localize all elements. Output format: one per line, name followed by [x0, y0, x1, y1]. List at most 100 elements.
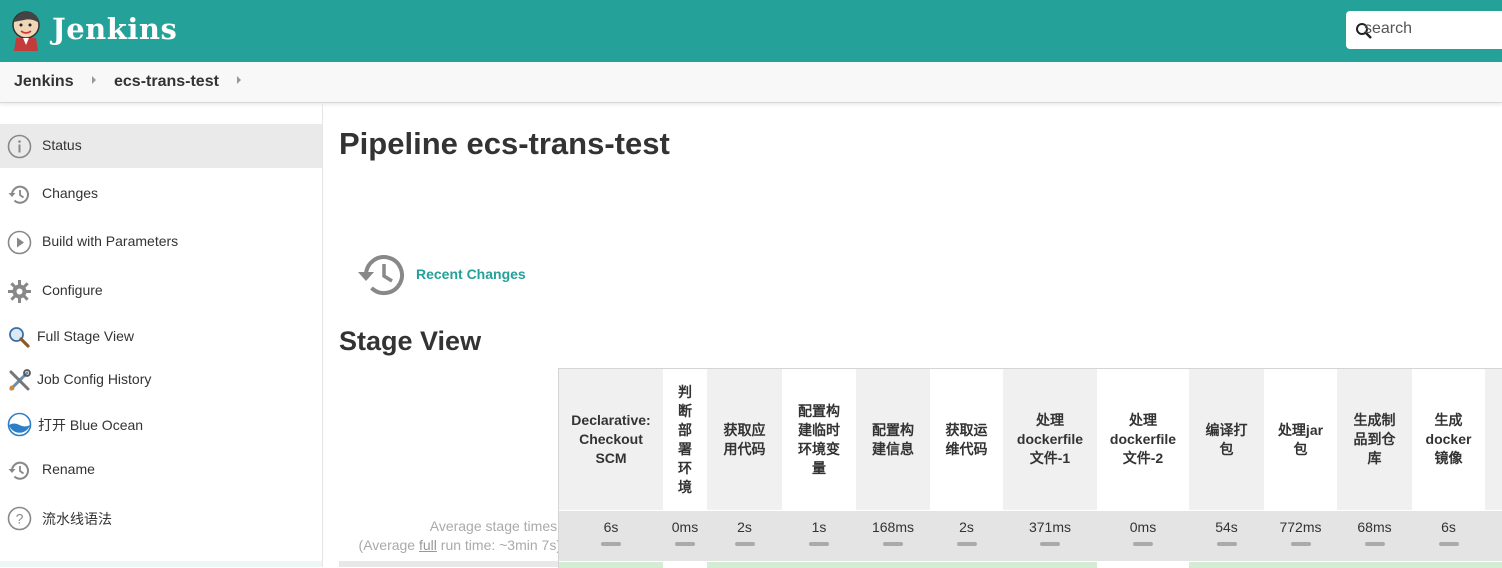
stage-time-bar	[1133, 542, 1153, 546]
stage-time-cell: 168ms	[856, 511, 930, 561]
stage-header: 判断部署环境	[663, 369, 707, 510]
sidebar-item-label: Changes	[42, 185, 99, 201]
recent-changes-icon[interactable]	[357, 250, 409, 300]
stage-time-cell: 54s	[1189, 511, 1264, 561]
stage-status-cell[interactable]	[1264, 562, 1337, 568]
search-box[interactable]	[1346, 11, 1502, 49]
stage-column: 配置构建信息 168ms	[856, 369, 930, 568]
sidebar-item-rename[interactable]: Rename	[0, 448, 322, 492]
sidebar-item-label: Build with Parameters	[42, 233, 179, 249]
sidebar-item-label: Full Stage View	[37, 328, 135, 344]
stage-time-cell: 6s	[1412, 511, 1485, 561]
stage-time-bar	[601, 542, 621, 546]
stage-header: 处理jar包	[1264, 369, 1337, 510]
stage-column: 处理dockerfile文件-1 371ms	[1003, 369, 1097, 568]
sidebar-item-configure[interactable]: Configure	[0, 269, 322, 313]
sidebar-item-pipeline-syntax[interactable]: ? 流水线语法	[0, 496, 322, 540]
stage-column: 配置构建临时环境变量 1s	[782, 369, 856, 568]
breadcrumb-job[interactable]: ecs-trans-test	[114, 73, 219, 91]
stage-time-bar	[1290, 542, 1311, 546]
stage-time-cell: 6s	[559, 511, 663, 561]
stage-time-cell: 2s	[930, 511, 1003, 561]
svg-text:?: ?	[16, 511, 24, 527]
stage-status-cell[interactable]	[1337, 562, 1412, 568]
stage-header: Declarative: Checkout SCM	[559, 369, 663, 510]
stage-time-bar	[956, 542, 977, 546]
stage-time: 0ms	[671, 519, 699, 535]
stage-status-cell[interactable]	[663, 562, 707, 568]
stage-time: 68ms	[1357, 519, 1392, 535]
average-prefix: (Average	[358, 537, 419, 553]
sidebar-item-blue-ocean[interactable]: 打开 Blue Ocean	[0, 402, 322, 446]
stage-status-cell[interactable]	[1485, 562, 1502, 568]
history-icon	[8, 185, 29, 204]
stage-time: 6s	[1441, 519, 1456, 535]
stage-header: 生成docker镜像	[1412, 369, 1485, 510]
sidebar-item-full-stage-view[interactable]: Full Stage View	[0, 315, 322, 359]
search-input[interactable]	[1362, 19, 1502, 39]
stage-time-bar	[1364, 542, 1385, 546]
recent-changes-link[interactable]: Recent Changes	[416, 266, 526, 282]
stage-time: 54s	[1215, 519, 1238, 535]
stage-view-table: Declarative: Checkout SCM 6s 判断部署环境 0ms …	[558, 368, 1502, 568]
page-title: Pipeline ecs-trans-test	[339, 126, 670, 161]
stage-time-cell: 0ms	[663, 511, 707, 561]
brand-title[interactable]: Jenkins	[52, 12, 177, 46]
sidebar-item-label: 流水线语法	[42, 511, 112, 527]
stage-status-cell[interactable]	[1412, 562, 1485, 568]
stage-column: 判断部署环境 0ms	[663, 369, 707, 568]
stage-time: 2s	[959, 519, 974, 535]
stage-time: 371ms	[1028, 519, 1072, 535]
stage-time: 0ms	[1129, 519, 1157, 535]
sidebar: Status Changes Build with Parameters Con…	[0, 104, 323, 567]
stage-time: 2s	[737, 519, 752, 535]
breadcrumb-arrow-icon[interactable]	[92, 76, 96, 84]
stage-status-cell[interactable]	[1189, 562, 1264, 568]
gear-icon	[8, 280, 31, 303]
breadcrumb: Jenkins ecs-trans-test	[0, 62, 1502, 103]
stage-status-cell[interactable]	[782, 562, 856, 568]
sidebar-item-build-with-parameters[interactable]: Build with Parameters	[0, 220, 322, 264]
stage-header: 处理dockerfile文件-2	[1097, 369, 1189, 510]
sidebar-item-changes[interactable]: Changes	[0, 172, 322, 216]
stage-time: 6s	[603, 519, 619, 535]
sidebar-item-job-config-history[interactable]: Job Config History	[0, 358, 322, 402]
stage-time-bar	[883, 542, 903, 546]
top-header: Jenkins	[0, 0, 1502, 62]
stage-status-cell[interactable]	[1097, 562, 1189, 568]
stage-status-cell[interactable]	[856, 562, 930, 568]
stage-time: 1s	[811, 519, 827, 535]
full-run-link[interactable]: full	[419, 537, 437, 553]
jenkins-logo-icon[interactable]	[10, 10, 42, 52]
average-full-run-time: (Average full run time: ~3min 7s)	[339, 537, 561, 553]
stage-time-cell: 772ms	[1264, 511, 1337, 561]
stage-column: 获取运维代码 2s	[930, 369, 1003, 568]
breadcrumb-arrow-icon[interactable]	[237, 76, 241, 84]
stage-time-bar	[1216, 542, 1237, 546]
stage-header: 获取应用代码	[707, 369, 782, 510]
stage-column: 处理dockerfile文件-2 0ms	[1097, 369, 1189, 568]
sidebar-item-label: 打开 Blue Ocean	[38, 417, 144, 433]
stage-column: 生成docker镜像 6s	[1412, 369, 1485, 568]
breadcrumb-jenkins[interactable]: Jenkins	[14, 73, 74, 91]
stage-time: 772ms	[1279, 519, 1322, 535]
stage-status-cell[interactable]	[1003, 562, 1097, 568]
stage-view-title: Stage View	[339, 326, 482, 356]
stage-status-cell[interactable]	[559, 562, 663, 568]
stage-column: 获取应用代码 2s	[707, 369, 782, 568]
stage-header-partial	[1485, 369, 1502, 510]
magnifier-icon	[9, 327, 30, 348]
stage-status-cell[interactable]	[707, 562, 782, 568]
average-suffix: run time: ~3min 7s)	[436, 537, 561, 553]
tools-icon	[9, 369, 31, 391]
sidebar-item-status[interactable]: Status	[0, 124, 322, 168]
stage-time-bar	[675, 542, 695, 546]
stage-column: Declarative: Checkout SCM 6s	[559, 369, 663, 568]
stage-history-strip	[339, 561, 559, 567]
stage-time-cell: 2s	[707, 511, 782, 561]
stage-header: 生成制品到仓库	[1337, 369, 1412, 510]
stage-header: 编译打包	[1189, 369, 1264, 510]
stage-status-cell[interactable]	[930, 562, 1003, 568]
history-icon	[8, 461, 29, 480]
stage-header: 处理dockerfile文件-1	[1003, 369, 1097, 510]
